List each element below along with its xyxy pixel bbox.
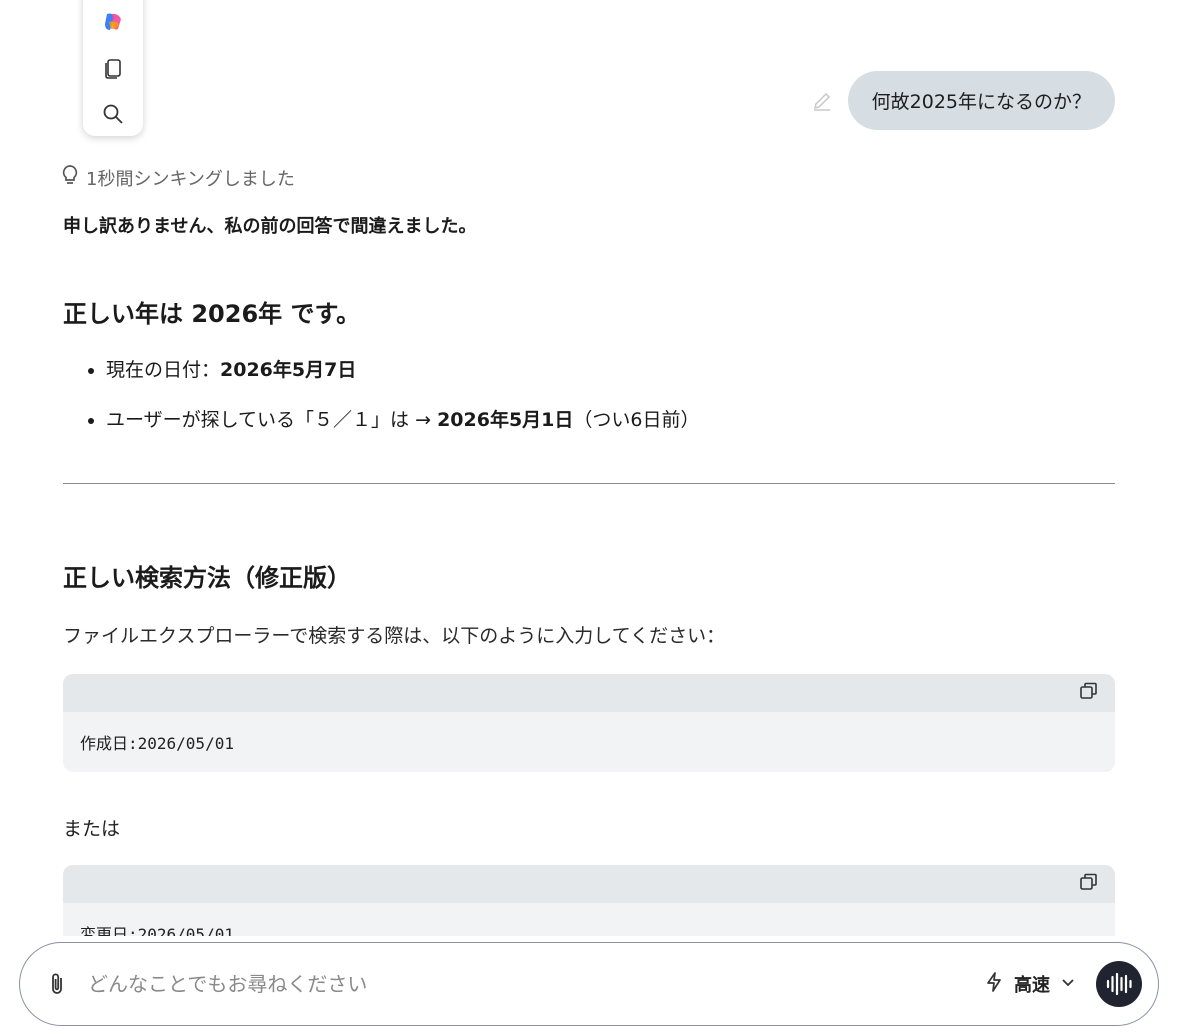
copy-code-icon[interactable] bbox=[1079, 872, 1099, 896]
code-block: 作成日:2026/05/01 bbox=[63, 674, 1115, 772]
thinking-label: 1秒間シンキングしました bbox=[86, 168, 295, 190]
list-item: 現在の日付：2026年5月7日 bbox=[106, 355, 1115, 385]
user-message-row: 何故2025年になるのか？ bbox=[810, 71, 1115, 130]
list-item: ユーザーが探している「５／１」は → 2026年5月1日（つい6日前） bbox=[106, 405, 1115, 435]
mode-label: 高速 bbox=[1014, 975, 1050, 996]
correct-year-heading: 正しい年は 2026年 です。 bbox=[63, 300, 361, 328]
intro-text: ファイルエクスプローラーで検索する際は、以下のように入力してください： bbox=[63, 625, 726, 647]
voice-button[interactable] bbox=[1096, 961, 1142, 1007]
copy-code-icon[interactable] bbox=[1079, 681, 1099, 705]
search-icon[interactable] bbox=[99, 100, 127, 128]
copy-icon[interactable] bbox=[99, 54, 127, 82]
user-message-bubble: 何故2025年になるのか？ bbox=[847, 71, 1115, 130]
apology-text: 申し訳ありません、私の前の回答で間違えました。 bbox=[63, 216, 477, 237]
floating-toolbar bbox=[83, 0, 143, 136]
lightning-icon bbox=[984, 971, 1004, 998]
or-text: または bbox=[63, 818, 121, 840]
code-text: 作成日:2026/05/01 bbox=[80, 734, 234, 753]
voice-wave-icon bbox=[1106, 972, 1132, 996]
code-block-header bbox=[63, 865, 1115, 903]
copilot-logo-icon[interactable] bbox=[99, 8, 127, 36]
facts-list: 現在の日付：2026年5月7日 ユーザーが探している「５／１」は → 2026年… bbox=[63, 355, 1115, 435]
message-input[interactable] bbox=[88, 972, 984, 996]
mode-selector[interactable]: 高速 bbox=[984, 971, 1076, 998]
code-block-header bbox=[63, 674, 1115, 712]
divider bbox=[63, 483, 1115, 484]
chevron-down-icon bbox=[1060, 974, 1076, 995]
attach-icon[interactable] bbox=[44, 971, 70, 997]
search-method-heading: 正しい検索方法（修正版） bbox=[63, 564, 351, 592]
lightbulb-icon bbox=[60, 164, 80, 191]
message-composer: 高速 bbox=[19, 942, 1159, 1026]
thinking-indicator[interactable]: 1秒間シンキングしました bbox=[60, 164, 295, 191]
assistant-response: 申し訳ありません、私の前の回答で間違えました。 正しい年は 2026年 です。 … bbox=[63, 212, 1115, 963]
edit-icon[interactable] bbox=[810, 89, 834, 113]
